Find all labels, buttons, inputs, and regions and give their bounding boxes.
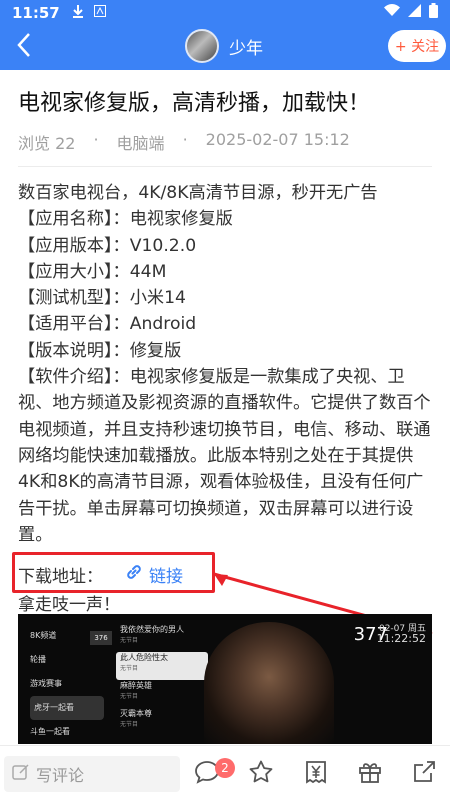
status-bar: 11:57 xyxy=(0,0,450,25)
video-frame xyxy=(204,622,334,744)
reward-icon[interactable] xyxy=(302,759,330,787)
highlight-box xyxy=(12,552,215,593)
author-info[interactable]: 少年 xyxy=(185,29,263,63)
content-paragraph: 【应用名称】：电视家修复版 xyxy=(18,209,233,230)
show-item: 我依然爱你的男人 无节目 xyxy=(116,624,208,652)
status-time: 11:57 xyxy=(12,3,60,22)
channel-box: 376 xyxy=(90,631,112,645)
menu-item: 游戏赛事 xyxy=(30,679,62,688)
menu-item: 斗鱼一起看 xyxy=(30,727,70,736)
show-sub: 无节目 xyxy=(120,721,139,728)
post-meta: 浏览 22 · 电脑端 · 2025-02-07 15:12 xyxy=(18,130,432,154)
bottom-bar: 写评论 2 xyxy=(0,745,450,800)
comment-placeholder[interactable]: 写评论 xyxy=(36,762,84,786)
post-platform: 电脑端 xyxy=(116,134,165,153)
divider xyxy=(18,166,432,167)
author-name[interactable]: 少年 xyxy=(229,34,263,59)
star-icon[interactable] xyxy=(247,759,275,787)
content-paragraph: 【测试机型】：小米14 xyxy=(18,288,186,309)
video-time: 11:22:52 xyxy=(376,632,426,645)
closing-text: 拿走吱一声！ xyxy=(18,595,120,615)
comment-input[interactable]: 写评论 xyxy=(4,756,180,792)
meta-separator: · xyxy=(182,130,188,149)
show-sub: 无节目 xyxy=(120,637,139,644)
content-paragraph: 【软件介绍】：电视家修复版是一款集成了央视、卫视、地方频道及影视资源的直播软件。… xyxy=(18,367,431,545)
show-sub: 无节目 xyxy=(120,665,139,672)
signal-icon xyxy=(408,4,421,21)
menu-item: 虎牙一起看 xyxy=(30,696,104,720)
video-clock: 02-07 周五 11:22:52 xyxy=(377,624,426,644)
post-datetime: 2025-02-07 15:12 xyxy=(205,130,350,149)
show-title: 我依然爱你的男人 xyxy=(120,625,184,634)
notification-icon xyxy=(93,4,106,21)
show-item: 此人危险性太 无节目 xyxy=(116,652,208,680)
show-item: 灭霸本尊 无节目 xyxy=(116,708,208,736)
gift-icon[interactable] xyxy=(356,759,384,787)
comment-count-badge: 2 xyxy=(215,758,235,778)
chevron-left-icon xyxy=(17,33,30,57)
show-sub: 无节目 xyxy=(120,693,139,700)
top-bar: 少年 + 关注 xyxy=(0,25,450,70)
wifi-icon xyxy=(384,4,400,21)
menu-item: 轮播 xyxy=(30,655,46,664)
download-icon xyxy=(72,4,84,22)
content-paragraph: 【适用平台】：Android xyxy=(18,314,197,335)
follow-button[interactable]: + 关注 xyxy=(388,30,446,62)
post-content: 数百家电视台，4K/8K高清节目源，秒开无广告 【应用名称】：电视家修复版 【应… xyxy=(18,180,432,548)
share-icon[interactable] xyxy=(410,759,438,787)
show-list: 我依然爱你的男人 无节目 此人危险性太 无节目 麻醉英雄 无节目 灭霸本尊 无节… xyxy=(116,624,208,736)
content-paragraph: 【应用大小】：44M xyxy=(18,261,167,282)
app-screenshot: 8K频道 轮播 游戏赛事 虎牙一起看 斗鱼一起看 376 我依然爱你的男人 无节… xyxy=(18,614,432,744)
show-title: 此人危险性太 xyxy=(120,653,168,662)
show-item: 麻醉英雄 无节目 xyxy=(116,680,208,708)
content-paragraph: 【版本说明】：修复版 xyxy=(18,340,182,361)
view-count: 浏览 22 xyxy=(18,134,76,153)
show-title: 麻醉英雄 xyxy=(120,681,152,690)
content-paragraph: 【应用版本】：V10.2.0 xyxy=(18,235,197,256)
back-button[interactable] xyxy=(14,31,44,63)
show-title: 灭霸本尊 xyxy=(120,709,152,718)
post-title: 电视家修复版，高清秒播，加载快！ xyxy=(18,91,371,116)
pencil-icon xyxy=(12,763,30,785)
meta-separator: · xyxy=(93,130,99,149)
avatar[interactable] xyxy=(185,29,219,63)
battery-icon xyxy=(429,3,438,22)
content-paragraph: 数百家电视台，4K/8K高清节目源，秒开无广告 xyxy=(18,183,378,203)
